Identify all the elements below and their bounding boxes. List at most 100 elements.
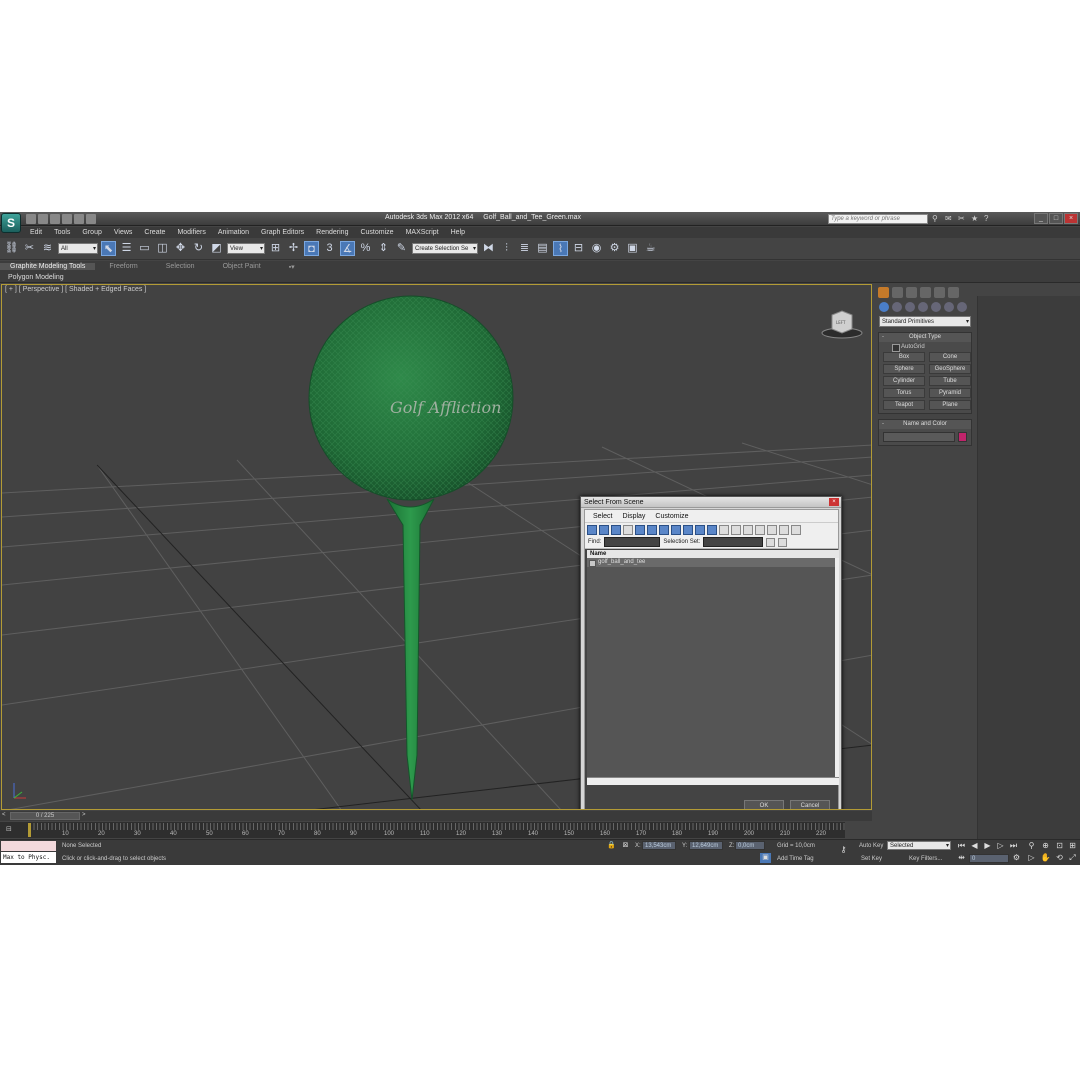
play-icon[interactable]: ▶ bbox=[982, 841, 993, 851]
bind-space-warp-icon[interactable]: ≋ bbox=[40, 241, 55, 256]
time-tag-icon[interactable]: ▣ bbox=[760, 853, 771, 863]
viewport-label[interactable]: [ + ] [ Perspective ] [ Shaded + Edged F… bbox=[5, 286, 146, 293]
keyboard-shortcut-override-icon[interactable]: ◘ bbox=[304, 241, 319, 256]
current-frame-field[interactable]: 0 bbox=[969, 854, 1009, 863]
space-warps-icon[interactable] bbox=[944, 302, 954, 312]
display-xrefs-icon[interactable] bbox=[671, 524, 681, 535]
select-object-icon[interactable]: ⬉ bbox=[101, 241, 116, 256]
tab-freeform[interactable]: Freeform bbox=[95, 263, 151, 270]
auto-key-button[interactable]: Auto Key bbox=[859, 843, 883, 849]
display-shapes-icon[interactable] bbox=[599, 524, 609, 535]
app-logo-icon[interactable]: S bbox=[1, 213, 21, 233]
menu-views[interactable]: Views bbox=[114, 229, 133, 236]
snaps-toggle-icon[interactable]: 3 bbox=[322, 241, 337, 256]
tab-object-paint[interactable]: Object Paint bbox=[209, 263, 275, 270]
display-cameras-icon[interactable] bbox=[623, 524, 633, 535]
time-next-arrow-icon[interactable]: > bbox=[82, 812, 86, 818]
named-selection-dropdown[interactable]: Create Selection Se bbox=[412, 243, 478, 255]
display-containers-icon[interactable] bbox=[695, 524, 705, 535]
previous-frame-icon[interactable]: ◀ bbox=[969, 841, 980, 851]
tube-button[interactable]: Tube bbox=[929, 376, 971, 386]
select-all-icon[interactable] bbox=[767, 524, 777, 535]
set-key-button[interactable]: Set Key bbox=[861, 856, 882, 862]
filter-funnel-icon[interactable] bbox=[791, 524, 801, 535]
edit-named-selection-icon[interactable]: ✎ bbox=[394, 241, 409, 256]
curve-editor-icon[interactable]: ⌇ bbox=[553, 241, 568, 256]
dialog-menu-customize[interactable]: Customize bbox=[655, 513, 688, 520]
link-icon[interactable]: ⛓ bbox=[4, 241, 19, 256]
geosphere-button[interactable]: GeoSphere bbox=[929, 364, 971, 374]
display-invert-icon[interactable] bbox=[755, 524, 765, 535]
maxscript-listener-top[interactable] bbox=[1, 841, 56, 851]
object-type-header[interactable]: Object Type bbox=[879, 333, 971, 342]
key-mode-dropdown[interactable]: Selected bbox=[887, 841, 951, 850]
communication-icon[interactable]: ✉ bbox=[945, 214, 954, 223]
angle-snap-icon[interactable]: ∡ bbox=[340, 241, 355, 256]
utilities-tab-icon[interactable] bbox=[948, 286, 959, 298]
selection-set-dropdown[interactable] bbox=[703, 537, 764, 547]
tab-selection[interactable]: Selection bbox=[152, 263, 209, 270]
mini-curve-toggle-icon[interactable]: ⊟ bbox=[6, 825, 12, 833]
menu-graph-editors[interactable]: Graph Editors bbox=[261, 229, 304, 236]
polygon-modeling-panel[interactable]: Polygon Modeling bbox=[8, 274, 64, 281]
unlink-icon[interactable]: ✂ bbox=[22, 241, 37, 256]
list-vertical-scrollbar[interactable] bbox=[835, 558, 839, 778]
time-slider[interactable]: 0 / 225 bbox=[10, 812, 80, 820]
select-move-icon[interactable]: ✥ bbox=[173, 241, 188, 256]
time-configuration-icon[interactable]: ⚙ bbox=[1011, 853, 1022, 863]
menu-modifiers[interactable]: Modifiers bbox=[177, 229, 205, 236]
key-icon[interactable]: ⚷ bbox=[838, 845, 849, 855]
perspective-viewport[interactable]: [ + ] [ Perspective ] [ Shaded + Edged F… bbox=[1, 284, 872, 810]
schematic-view-icon[interactable]: ⊟ bbox=[571, 241, 586, 256]
percent-snap-icon[interactable]: % bbox=[358, 241, 373, 256]
minimize-button[interactable]: _ bbox=[1034, 213, 1048, 224]
mirror-icon[interactable]: ⧓ bbox=[481, 241, 496, 256]
dialog-close-button[interactable]: × bbox=[829, 498, 839, 506]
key-mode-toggle-icon[interactable]: ⇹ bbox=[956, 853, 967, 863]
sphere-button[interactable]: Sphere bbox=[883, 364, 925, 374]
select-rotate-icon[interactable]: ↻ bbox=[191, 241, 206, 256]
binoculars-icon[interactable]: ⚲ bbox=[932, 214, 941, 223]
box-button[interactable]: Box bbox=[883, 352, 925, 362]
absolute-mode-icon[interactable]: ⊠ bbox=[620, 841, 631, 851]
modify-tab-icon[interactable] bbox=[892, 286, 903, 298]
rendered-frame-window-icon[interactable]: ▣ bbox=[625, 241, 640, 256]
list-horizontal-scrollbar[interactable] bbox=[587, 777, 839, 785]
y-coordinate-field[interactable]: 12,649cm bbox=[689, 841, 723, 850]
display-space-warps-icon[interactable] bbox=[647, 524, 657, 535]
menu-animation[interactable]: Animation bbox=[218, 229, 249, 236]
orbit-icon[interactable]: ⟲ bbox=[1054, 853, 1065, 863]
new-file-icon[interactable] bbox=[26, 214, 36, 224]
render-production-icon[interactable]: ☕ bbox=[643, 241, 658, 256]
search-input[interactable]: Type a keyword or phrase bbox=[828, 214, 928, 224]
maxscript-listener-input[interactable]: Max to Physc. bbox=[1, 852, 56, 863]
reference-coordinate-dropdown[interactable]: View bbox=[227, 243, 265, 255]
layer-manager-icon[interactable]: ≣ bbox=[517, 241, 532, 256]
graphite-toggle-icon[interactable]: ▤ bbox=[535, 241, 550, 256]
display-all-icon[interactable] bbox=[731, 524, 741, 535]
shapes-icon[interactable] bbox=[892, 302, 902, 312]
maximize-viewport-icon[interactable]: ⤢ bbox=[1067, 853, 1078, 863]
column-header-name[interactable]: Name bbox=[587, 550, 839, 558]
display-lights-icon[interactable] bbox=[611, 524, 621, 535]
display-bones-icon[interactable] bbox=[683, 524, 693, 535]
open-file-icon[interactable] bbox=[38, 214, 48, 224]
zoom-icon[interactable]: ⚲ bbox=[1026, 841, 1037, 851]
x-coordinate-field[interactable]: 13,543cm bbox=[642, 841, 676, 850]
menu-create[interactable]: Create bbox=[144, 229, 165, 236]
go-to-start-icon[interactable]: ⏮ bbox=[956, 841, 967, 851]
torus-button[interactable]: Torus bbox=[883, 388, 925, 398]
select-scale-icon[interactable]: ◩ bbox=[209, 241, 224, 256]
cancel-button[interactable]: Cancel bbox=[790, 800, 830, 809]
display-helpers-icon[interactable] bbox=[635, 524, 645, 535]
menu-help[interactable]: Help bbox=[451, 229, 465, 236]
tools-icon[interactable]: ✂ bbox=[958, 214, 967, 223]
key-filters-button[interactable]: Key Filters... bbox=[909, 856, 942, 862]
display-groups-icon[interactable] bbox=[659, 524, 669, 535]
pan-view-icon[interactable]: ✋ bbox=[1040, 853, 1051, 863]
maximize-button[interactable]: □ bbox=[1049, 213, 1063, 224]
menu-customize[interactable]: Customize bbox=[360, 229, 393, 236]
lights-icon[interactable] bbox=[905, 302, 915, 312]
motion-tab-icon[interactable] bbox=[920, 286, 931, 298]
zoom-extents-all-icon[interactable]: ⊞ bbox=[1067, 841, 1078, 851]
